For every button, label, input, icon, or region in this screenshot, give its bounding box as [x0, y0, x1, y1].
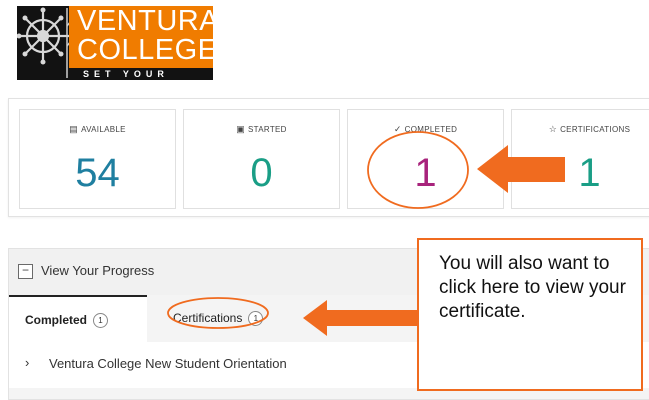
- ventura-college-logo: VENTURA COLLEGE SET YOUR COURSE: [16, 6, 219, 90]
- tab-completed-text: Completed 1: [25, 313, 109, 328]
- tab-certifications[interactable]: Certifications 1: [149, 295, 294, 342]
- tab-certifications-count: 1: [248, 311, 264, 326]
- stat-certifications-label-row: ☆ CERTIFICATIONS: [512, 124, 649, 135]
- stat-certifications-value: 1: [578, 151, 601, 195]
- stat-started[interactable]: ▣ STARTED 0: [183, 109, 340, 209]
- stat-completed[interactable]: ✓ COMPLETED 1: [347, 109, 504, 209]
- chevron-right-icon: ›: [25, 355, 30, 370]
- stat-certifications-label: CERTIFICATIONS: [560, 125, 631, 134]
- collapse-toggle[interactable]: −: [18, 264, 33, 279]
- instruction-callout: You will also want to click here to view…: [417, 238, 643, 391]
- star-icon: ☆: [548, 124, 558, 134]
- stat-available-label-row: ▤ AVAILABLE: [20, 124, 175, 135]
- stat-completed-label: COMPLETED: [404, 125, 458, 134]
- stat-started-label-row: ▣ STARTED: [184, 124, 339, 135]
- progress-title: View Your Progress: [41, 263, 155, 278]
- logo-tagline: SET YOUR COURSE: [83, 69, 169, 90]
- tab-certifications-text: Certifications 1: [173, 311, 264, 326]
- logo-text-college: COLLEGE: [77, 34, 218, 66]
- stat-started-label: STARTED: [248, 125, 287, 134]
- logo-text-ventura: VENTURA: [77, 5, 220, 37]
- stat-completed-value: 1: [414, 151, 437, 195]
- stat-certifications[interactable]: ☆ CERTIFICATIONS 1: [511, 109, 649, 209]
- stat-started-value: 0: [250, 151, 273, 195]
- tab-certifications-label: Certifications: [173, 311, 243, 325]
- briefcase-icon: ▣: [236, 124, 246, 134]
- list-item-label: Ventura College New Student Orientation: [49, 356, 287, 371]
- book-icon: ▤: [69, 124, 79, 134]
- stat-available[interactable]: ▤ AVAILABLE 54: [19, 109, 176, 209]
- tab-completed-label: Completed: [25, 313, 88, 327]
- stat-available-value: 54: [75, 151, 120, 195]
- stat-available-label: AVAILABLE: [81, 125, 126, 134]
- stat-completed-label-row: ✓ COMPLETED: [348, 124, 503, 135]
- tab-completed[interactable]: Completed 1: [9, 295, 147, 344]
- check-icon: ✓: [393, 124, 402, 134]
- callout-text: You will also want to click here to view…: [439, 253, 626, 322]
- stats-panel: ▤ AVAILABLE 54 ▣ STARTED 0 ✓ COMPLETED 1 ☆ C…: [8, 98, 649, 217]
- tab-completed-count: 1: [93, 313, 109, 328]
